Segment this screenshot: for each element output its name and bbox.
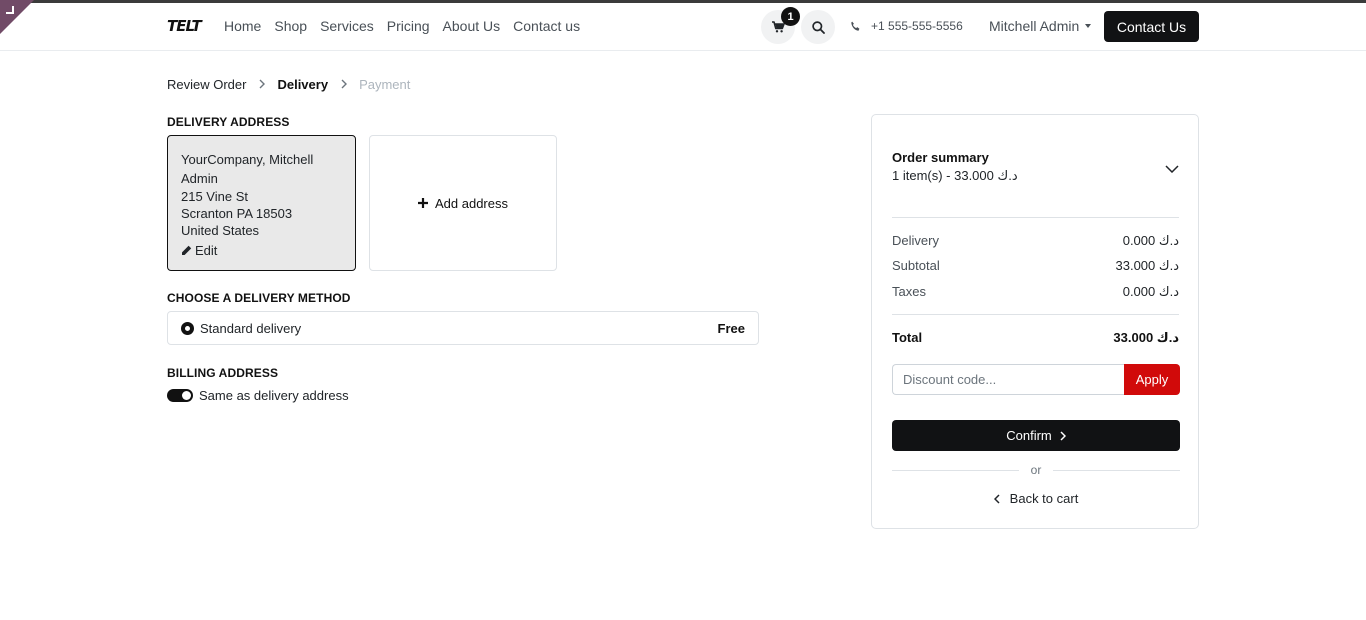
- nav-pricing[interactable]: Pricing: [387, 18, 430, 34]
- divider: [892, 217, 1179, 218]
- breadcrumb-payment: Payment: [359, 77, 411, 92]
- delivery-cost-label: Delivery: [892, 233, 939, 248]
- corner-icon: [6, 6, 14, 14]
- edit-address-link[interactable]: Edit: [181, 242, 342, 259]
- chevron-right-icon: [1060, 430, 1066, 441]
- taxes-label: Taxes: [892, 284, 926, 299]
- chevron-down-icon: [1085, 24, 1092, 28]
- site-header: TELT Home Shop Services Pricing About Us…: [0, 3, 1366, 51]
- address-name-line1: YourCompany, Mitchell: [181, 152, 314, 167]
- or-label: or: [1030, 463, 1042, 477]
- address-city: Scranton PA 18503: [181, 206, 293, 221]
- delivery-option-label: Standard delivery: [200, 320, 302, 336]
- address-country: United States: [181, 223, 260, 238]
- discount-form: Apply: [892, 364, 1180, 395]
- address-name-line2: Admin: [181, 170, 218, 186]
- edit-label: Edit: [195, 243, 218, 258]
- nav-home[interactable]: Home: [224, 18, 261, 34]
- chevron-right-icon: [259, 77, 266, 92]
- or-separator: or: [892, 463, 1181, 477]
- summary-row-taxes: Taxes 0.000 د.ك: [892, 284, 1179, 300]
- phone-icon: [851, 21, 860, 31]
- delivery-method-title: CHOOSE A DELIVERY METHOD: [167, 291, 351, 305]
- search-icon: [811, 20, 825, 34]
- confirm-label: Confirm: [1006, 428, 1052, 443]
- summary-row-total: Total 33.000 د.ك: [892, 330, 1179, 346]
- nav-shop[interactable]: Shop: [274, 18, 307, 34]
- site-logo[interactable]: TELT: [167, 17, 202, 35]
- selected-address-card[interactable]: YourCompany, Mitchell Admin 215 Vine St …: [167, 135, 356, 271]
- subtotal-value: 33.000 د.ك: [1115, 258, 1180, 273]
- delivery-cost-value: 0.000 د.ك: [1122, 233, 1179, 248]
- user-name: Mitchell Admin: [989, 18, 1080, 34]
- delivery-radio[interactable]: [181, 321, 194, 335]
- same-as-delivery-label: Same as delivery address: [199, 388, 349, 403]
- total-label: Total: [892, 330, 923, 345]
- nav-contact-us[interactable]: Contact us: [513, 18, 580, 34]
- order-summary-title: Order summary: [892, 150, 989, 165]
- nav-services[interactable]: Services: [320, 18, 374, 34]
- breadcrumb: Review Order Delivery Payment: [167, 77, 410, 92]
- breadcrumb-delivery: Delivery: [277, 77, 329, 92]
- pencil-icon: [182, 245, 192, 255]
- back-to-cart-link[interactable]: Back to cart: [892, 491, 1180, 506]
- delivery-option-price: Free: [717, 320, 745, 336]
- taxes-value: 0.000 د.ك: [1122, 284, 1179, 299]
- breadcrumb-review-order[interactable]: Review Order: [167, 77, 246, 92]
- search-button[interactable]: [801, 10, 835, 44]
- discount-code-input[interactable]: [892, 364, 1124, 395]
- summary-row-delivery: Delivery 0.000 د.ك: [892, 233, 1179, 249]
- total-value: 33.000 د.ك: [1113, 330, 1179, 345]
- phone-link[interactable]: +1 555-555-5556: [850, 19, 963, 33]
- cart-button[interactable]: 1: [761, 7, 800, 44]
- divider: [892, 469, 1019, 471]
- add-address-label: Add address: [435, 195, 508, 211]
- summary-row-subtotal: Subtotal 33.000 د.ك: [892, 258, 1179, 274]
- order-summary-panel: Order summary 1 item(s) - 33.000 د.ك Del…: [871, 114, 1199, 529]
- chevron-left-icon: [993, 493, 1000, 504]
- chevron-down-icon[interactable]: [1165, 160, 1179, 178]
- contact-us-button[interactable]: Contact Us: [1104, 11, 1199, 42]
- same-as-delivery-toggle[interactable]: [167, 389, 193, 402]
- same-as-delivery-row: Same as delivery address: [167, 388, 349, 403]
- delivery-address-title: DELIVERY ADDRESS: [167, 115, 290, 129]
- divider: [892, 314, 1179, 315]
- nav-about-us[interactable]: About Us: [443, 18, 501, 34]
- confirm-button[interactable]: Confirm: [892, 420, 1180, 451]
- plus-icon: [418, 198, 428, 208]
- chevron-right-icon: [341, 77, 348, 92]
- add-address-card[interactable]: Add address: [369, 135, 557, 271]
- delivery-option-standard[interactable]: Standard delivery Free: [167, 311, 759, 345]
- order-item-count: 1 item(s) - 33.000 د.ك: [892, 168, 1018, 183]
- billing-address-title: BILLING ADDRESS: [167, 366, 279, 380]
- phone-number: +1 555-555-5556: [871, 19, 963, 33]
- divider: [1053, 469, 1181, 471]
- back-to-cart-label: Back to cart: [1009, 491, 1079, 506]
- user-menu[interactable]: Mitchell Admin: [989, 18, 1092, 34]
- apply-discount-button[interactable]: Apply: [1124, 364, 1180, 395]
- subtotal-label: Subtotal: [892, 258, 940, 273]
- main-nav: Home Shop Services Pricing About Us Cont…: [224, 18, 580, 34]
- address-street: 215 Vine St: [181, 189, 248, 204]
- cart-count-badge: 1: [781, 7, 800, 26]
